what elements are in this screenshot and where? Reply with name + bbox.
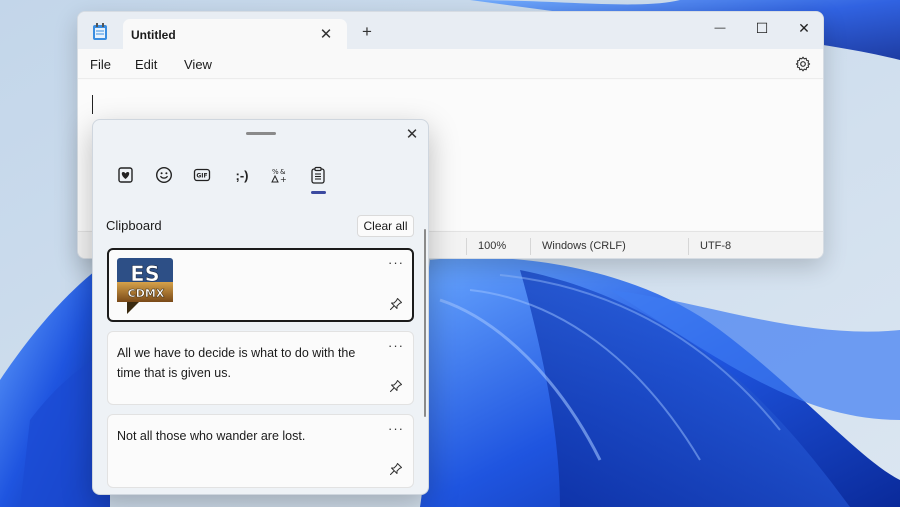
more-options-button[interactable]: ··· xyxy=(388,255,404,270)
logo-text-es: ES xyxy=(130,262,159,286)
tab-title: Untitled xyxy=(131,28,176,42)
status-zoom: 100% xyxy=(478,240,507,252)
status-separator xyxy=(688,238,689,255)
text-caret xyxy=(92,95,93,114)
new-tab-button[interactable]: + xyxy=(362,23,372,40)
close-panel-button[interactable]: ✕ xyxy=(404,125,420,143)
clipboard-history-panel: ✕ GIF ;-) % & + Clipboard Clear all ES C… xyxy=(92,119,429,495)
status-separator xyxy=(530,238,531,255)
symbols-icon: % & + xyxy=(271,168,287,184)
status-line-ending: Windows (CRLF) xyxy=(542,240,626,252)
clipboard-icon xyxy=(311,166,325,184)
tab-untitled[interactable]: Untitled ✕ xyxy=(123,19,347,49)
es-cdmx-logo-image: ES CDMX xyxy=(117,258,173,314)
pin-icon[interactable] xyxy=(389,462,403,476)
clear-all-button[interactable]: Clear all xyxy=(357,215,414,237)
gif-icon: GIF xyxy=(193,168,211,182)
clipboard-item-image[interactable]: ES CDMX ··· xyxy=(107,248,414,322)
menu-edit[interactable]: Edit xyxy=(135,57,157,72)
svg-text:%: % xyxy=(272,168,279,176)
pin-icon[interactable] xyxy=(389,297,403,311)
scrollbar[interactable] xyxy=(424,229,426,417)
active-tab-indicator xyxy=(311,191,326,194)
clipboard-item-content: Not all those who wander are lost. xyxy=(117,429,306,443)
section-title: Clipboard xyxy=(106,218,162,233)
title-bar[interactable]: Untitled ✕ + — ☐ ✕ xyxy=(78,12,823,49)
close-window-button[interactable]: ✕ xyxy=(784,16,823,40)
notepad-icon xyxy=(93,23,107,40)
svg-text:GIF: GIF xyxy=(196,173,207,180)
menu-file[interactable]: File xyxy=(90,57,111,72)
menu-bar: File Edit View xyxy=(78,49,823,79)
more-options-button[interactable]: ··· xyxy=(388,338,404,353)
pin-icon[interactable] xyxy=(389,379,403,393)
clipboard-item-text[interactable]: All we have to decide is what to do with… xyxy=(107,331,414,405)
favorites-tab[interactable] xyxy=(115,164,137,186)
clipboard-item-text[interactable]: Not all those who wander are lost. ··· xyxy=(107,414,414,488)
kaomoji-tab[interactable]: ;-) xyxy=(229,164,255,186)
smiley-icon xyxy=(155,166,173,184)
symbols-tab[interactable]: % & + xyxy=(268,164,290,186)
minimize-button[interactable]: — xyxy=(700,16,740,40)
gif-tab[interactable]: GIF xyxy=(191,164,213,186)
maximize-button[interactable]: ☐ xyxy=(742,16,782,40)
status-separator xyxy=(466,238,467,255)
clipboard-item-content: All we have to decide is what to do with… xyxy=(117,346,356,380)
drag-handle[interactable] xyxy=(246,132,276,135)
logo-text-cdmx: CDMX xyxy=(128,287,165,300)
heart-note-icon xyxy=(118,167,133,183)
emoji-tab[interactable] xyxy=(153,164,175,186)
menu-view[interactable]: View xyxy=(184,57,212,72)
more-options-button[interactable]: ··· xyxy=(388,421,404,436)
status-encoding: UTF-8 xyxy=(700,240,732,252)
gear-icon[interactable] xyxy=(795,56,811,72)
close-tab-button[interactable]: ✕ xyxy=(319,25,333,43)
clipboard-tab[interactable] xyxy=(307,164,329,186)
svg-text:+: + xyxy=(280,175,287,184)
